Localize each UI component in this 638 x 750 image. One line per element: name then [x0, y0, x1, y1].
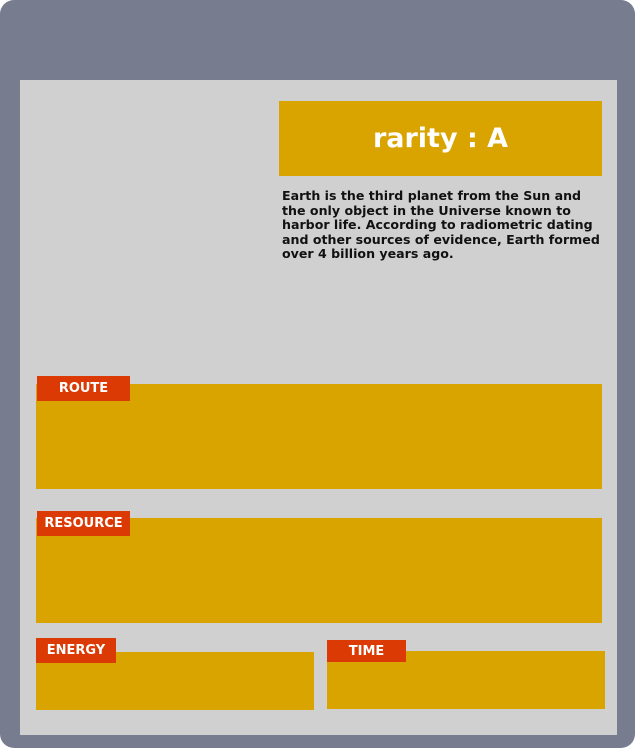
route-tag: ROUTE: [37, 376, 130, 401]
rarity-banner: rarity : A: [279, 101, 602, 176]
energy-tag: ENERGY: [36, 638, 116, 663]
rarity-label: rarity : A: [372, 123, 509, 154]
resource-tag: RESOURCE: [37, 511, 130, 536]
card-description: Earth is the third planet from the Sun a…: [282, 188, 600, 262]
time-tag: TIME: [327, 640, 406, 662]
